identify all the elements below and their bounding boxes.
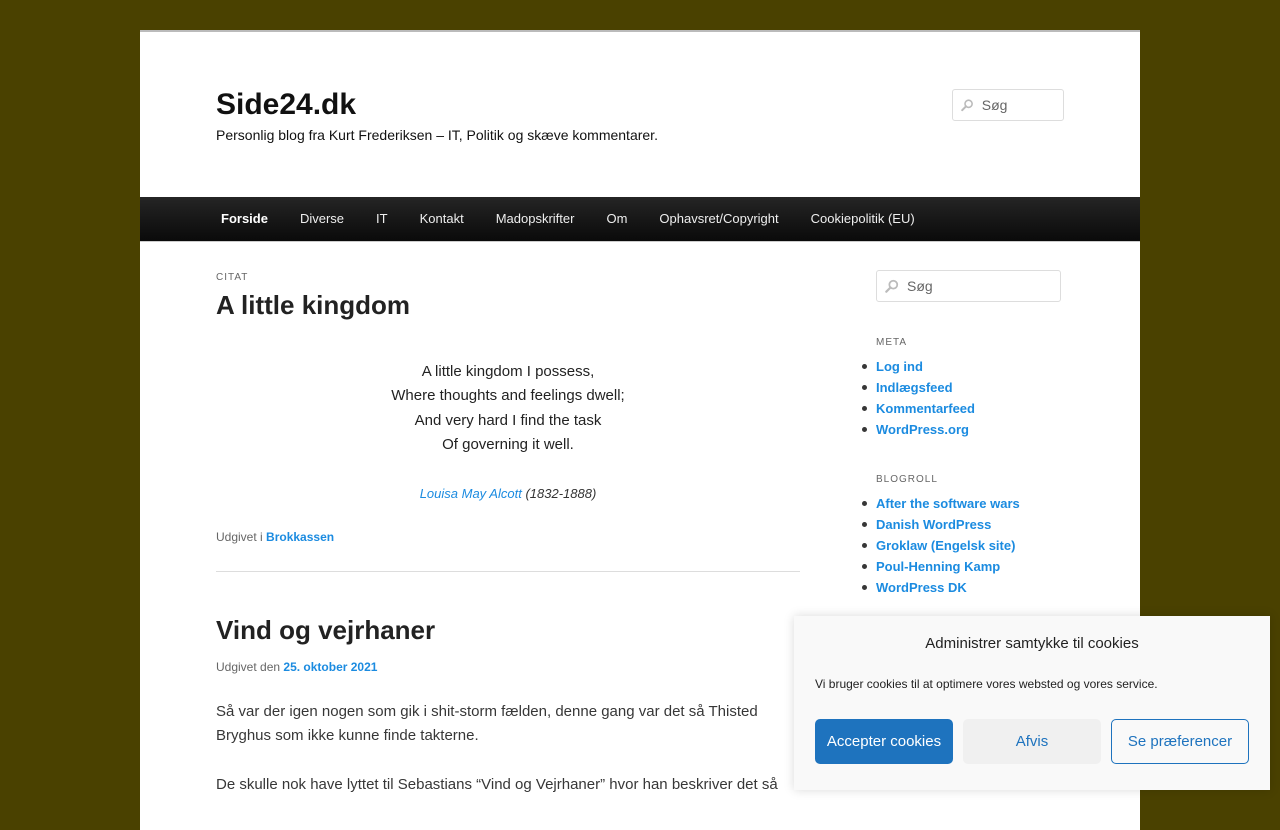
post-date-link[interactable]: 25. oktober 2021 [283,660,377,674]
nav-item-kontakt[interactable]: Kontakt [404,197,480,241]
list-item: Poul-Henning Kamp [862,556,1020,577]
quote-author-link[interactable]: Louisa May Alcott [420,486,522,501]
site-title[interactable]: Side24.dk [216,90,356,120]
quote-years: (1832-1888) [521,486,597,501]
site-description: Personlig blog fra Kurt Frederiksen – IT… [216,127,658,143]
search-icon [885,279,899,293]
meta-links-list: Log ind Indlægsfeed Kommentarfeed WordPr… [862,356,975,440]
blogroll-link[interactable]: WordPress DK [876,580,967,595]
header-search[interactable] [952,89,1064,121]
cookie-banner-text: Vi bruger cookies til at optimere vores … [815,677,1158,691]
widget-title-meta: Meta [876,337,908,348]
list-item: Kommentarfeed [862,398,975,419]
post-quote: A little kingdom I possess, Where though… [216,360,800,457]
cookie-consent-banner: Administrer samtykke til cookies Vi brug… [794,616,1270,790]
header-search-input[interactable] [981,97,1063,113]
list-item: Danish WordPress [862,514,1020,535]
accept-cookies-button[interactable]: Accepter cookies [815,719,953,764]
nav-item-om[interactable]: Om [590,197,643,241]
deny-cookies-button[interactable]: Afvis [963,719,1101,764]
wordpress-org-link[interactable]: WordPress.org [876,422,969,437]
quote-citation: Louisa May Alcott (1832-1888) [216,486,800,501]
nav-item-cookiepolitik[interactable]: Cookiepolitik (EU) [795,197,931,241]
list-item: WordPress DK [862,577,1020,598]
meta-prefix: Udgivet den [216,660,284,674]
login-link[interactable]: Log ind [876,359,923,374]
blogroll-links-list: After the software wars Danish WordPress… [862,493,1020,598]
quote-line: A little kingdom I possess, [421,363,595,380]
search-icon [961,99,973,112]
post-format-label: Citat [216,272,249,283]
blogroll-link[interactable]: Danish WordPress [876,517,991,532]
nav-item-forside[interactable]: Forside [205,197,284,241]
blogroll-link[interactable]: Poul-Henning Kamp [876,559,1000,574]
list-item: After the software wars [862,493,1020,514]
post-paragraph: De skulle nok have lyttet til Sebastians… [216,776,778,793]
quote-line: Of governing it well. [442,435,574,453]
list-item: Log ind [862,356,975,377]
category-link[interactable]: Brokkassen [266,530,334,544]
nav-item-diverse[interactable]: Diverse [284,197,360,241]
post-meta: Udgivet den 25. oktober 2021 [216,660,377,674]
main-navigation: Forside Diverse IT Kontakt Madopskrifter… [140,197,1140,242]
widget-title-blogroll: Blogroll [876,474,938,485]
post-meta: Udgivet i Brokkassen [216,530,334,544]
nav-item-it[interactable]: IT [360,197,404,241]
sidebar-search-input[interactable] [906,278,1060,294]
post-divider [216,571,800,572]
entries-feed-link[interactable]: Indlægsfeed [876,380,953,395]
list-item: WordPress.org [862,419,975,440]
meta-prefix: Udgivet i [216,530,267,544]
cookie-preferences-button[interactable]: Se præferencer [1111,719,1249,764]
post-paragraph: Så var der igen nogen som gik i shit-sto… [216,703,758,745]
quote-line: And very hard I find the task [414,411,602,429]
list-item: Indlægsfeed [862,377,975,398]
comments-feed-link[interactable]: Kommentarfeed [876,401,975,416]
sidebar-search[interactable] [876,270,1061,302]
quote-line: Where thoughts and feelings dwell; [391,387,625,405]
blogroll-link[interactable]: Groklaw (Engelsk site) [876,538,1015,553]
blogroll-link[interactable]: After the software wars [876,496,1020,511]
nav-item-madopskrifter[interactable]: Madopskrifter [480,197,591,241]
post-title[interactable]: Vind og vejrhaner [216,615,435,646]
nav-item-ophavsret[interactable]: Ophavsret/Copyright [643,197,794,241]
post-title[interactable]: A little kingdom [216,290,410,321]
cookie-banner-title: Administrer samtykke til cookies [925,635,1139,652]
list-item: Groklaw (Engelsk site) [862,535,1020,556]
